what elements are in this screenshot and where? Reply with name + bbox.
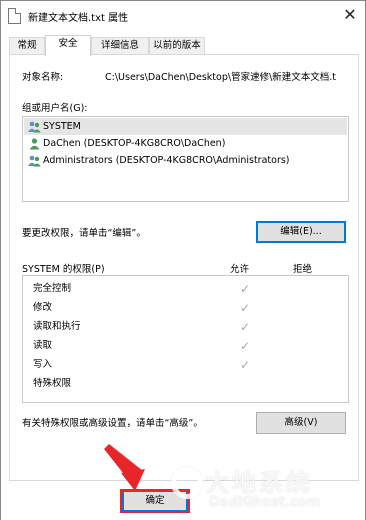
tab-general[interactable]: 常规	[9, 37, 45, 55]
user-name: SYSTEM	[43, 121, 81, 132]
close-button[interactable]: ✕	[337, 3, 363, 27]
permission-full-control: 完全控制	[33, 283, 72, 294]
permission-special: 特殊权限	[33, 378, 72, 389]
permission-write: 写入	[33, 359, 53, 370]
edit-button[interactable]: 编辑(E)...	[256, 221, 346, 243]
allow-check-icon: ✓	[239, 282, 251, 296]
window-title: 新建文本文档.txt 属性	[28, 13, 129, 24]
document-icon	[8, 8, 21, 24]
list-item-system[interactable]: SYSTEM	[24, 118, 347, 135]
allow-check-icon: ✓	[239, 339, 251, 353]
user-icon	[29, 138, 40, 150]
allow-column-header: 允许	[230, 264, 250, 275]
permissions-list[interactable]: 完全控制 ✓ 修改 ✓ 读取和执行 ✓ 读取 ✓ 写入 ✓ 特殊权限	[22, 275, 349, 403]
tab-strip: 常规 安全 详细信息 以前的版本	[9, 35, 359, 56]
allow-check-icon: ✓	[239, 320, 251, 334]
security-panel: 对象名称: C:\Users\DaChen\Desktop\管家速修\新建文本文…	[9, 54, 359, 481]
object-name-value: C:\Users\DaChen\Desktop\管家速修\新建文本文档.t	[105, 72, 337, 83]
user-group-icon	[28, 155, 41, 167]
user-name: Administrators (DESKTOP-4KG8CRO\Administ…	[43, 155, 290, 166]
deny-column-header: 拒绝	[293, 264, 313, 275]
advanced-hint: 有关特殊权限或高级设置，请单击“高级”。	[22, 418, 203, 429]
advanced-button[interactable]: 高级(V)	[256, 412, 346, 434]
permission-modify: 修改	[33, 302, 53, 313]
change-permissions-hint: 要更改权限，请单击“编辑”。	[22, 228, 146, 239]
permission-read: 读取	[33, 340, 53, 351]
allow-check-icon: ✓	[239, 301, 251, 315]
tab-previous-versions[interactable]: 以前的版本	[149, 37, 205, 55]
object-name-label: 对象名称:	[22, 72, 64, 83]
tab-security[interactable]: 安全	[45, 35, 91, 56]
title-bar[interactable]: 新建文本文档.txt 属性 ✕	[1, 1, 365, 31]
properties-dialog: 新建文本文档.txt 属性 ✕ 常规 安全 详细信息 以前的版本 对象名称: C…	[0, 0, 366, 520]
highlight-box	[120, 489, 190, 513]
allow-check-icon: ✓	[239, 358, 251, 372]
permissions-header: SYSTEM 的权限(P)	[22, 264, 105, 275]
tab-details[interactable]: 详细信息	[91, 37, 149, 55]
user-group-icon	[28, 121, 41, 133]
list-item-administrators[interactable]: Administrators (DESKTOP-4KG8CRO\Administ…	[24, 152, 347, 169]
user-name: DaChen (DESKTOP-4KG8CRO\DaChen)	[43, 138, 226, 149]
permission-read-execute: 读取和执行	[33, 321, 81, 332]
groups-label: 组或用户名(G):	[22, 103, 88, 114]
list-item-dachen[interactable]: DaChen (DESKTOP-4KG8CRO\DaChen)	[24, 135, 347, 152]
users-list[interactable]: SYSTEM DaChen (DESKTOP-4KG8CRO\DaChen) A…	[22, 116, 349, 202]
